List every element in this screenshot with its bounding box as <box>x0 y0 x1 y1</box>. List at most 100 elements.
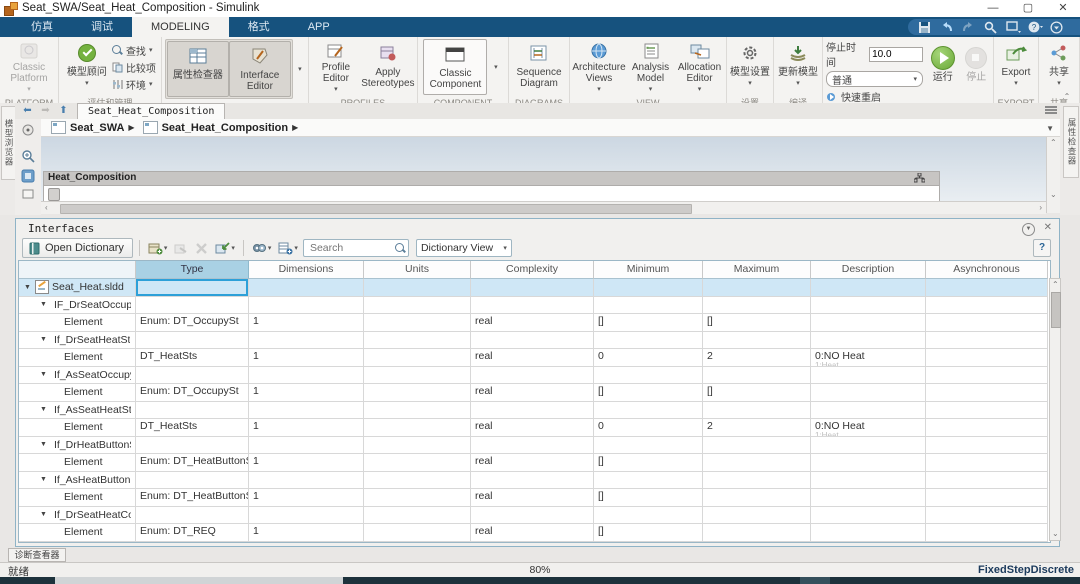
profile-editor-button[interactable]: Profile Editor▾ <box>312 39 360 95</box>
model-browser-tab[interactable]: 模型浏览器 <box>1 106 16 180</box>
tree-cell[interactable]: ▼IF_DrSeatOccup <box>19 297 136 315</box>
cell-complexity[interactable]: real <box>471 419 594 437</box>
cell-dimensions[interactable] <box>249 507 364 525</box>
expand-arrow-icon[interactable]: ▼ <box>40 301 48 308</box>
cell-type[interactable]: DT_HeatSts <box>136 419 249 437</box>
simulation-mode-select[interactable]: 普通▾ <box>826 71 923 87</box>
cell-units[interactable] <box>364 349 471 367</box>
zoom-icon[interactable] <box>984 21 997 34</box>
menu-tab-4[interactable]: APP <box>289 17 349 37</box>
cell-minimum[interactable]: 0 <box>594 419 703 437</box>
cell-units[interactable] <box>364 384 471 402</box>
interface-editor-button[interactable]: Interface Editor <box>229 41 291 97</box>
cell-maximum[interactable] <box>703 437 811 455</box>
table-row[interactable]: ElementDT_HeatSts1real020:NO Heat1:Heat.… <box>19 349 1050 367</box>
refresh-button[interactable]: ▾ <box>250 239 274 257</box>
tree-cell[interactable]: Element <box>19 384 136 402</box>
cell-units[interactable] <box>364 332 471 350</box>
chevron-right-icon[interactable]: ▶ <box>128 123 134 132</box>
cell-maximum[interactable]: 2 <box>703 349 811 367</box>
cell-dimensions[interactable]: 1 <box>249 384 364 402</box>
cell-minimum[interactable] <box>594 297 703 315</box>
table-row[interactable]: ElementDT_HeatSts1real020:NO Heat1:Heat.… <box>19 419 1050 437</box>
cell-maximum[interactable]: [] <box>703 384 811 402</box>
cell-minimum[interactable] <box>594 507 703 525</box>
cell-units[interactable] <box>364 454 471 472</box>
tree-cell[interactable]: Element <box>19 524 136 542</box>
up-icon[interactable]: ⬆ <box>57 105 70 117</box>
canvas-vscrollbar[interactable]: ⌃ ⌄ <box>1046 137 1060 213</box>
help-icon[interactable]: ? <box>1028 21 1041 34</box>
cell-asynchronous[interactable] <box>926 384 1048 402</box>
property-inspector-tab[interactable]: 属性检查器 <box>1063 106 1079 178</box>
cell-type[interactable] <box>136 332 249 350</box>
menu-tab-3[interactable]: 格式 <box>229 17 289 37</box>
cell-dimensions[interactable] <box>249 437 364 455</box>
scroll-down-icon[interactable]: ⌄ <box>1050 189 1057 201</box>
document-tab[interactable]: Seat_Heat_Composition <box>77 103 225 119</box>
close-button[interactable]: ✕ <box>1048 0 1078 17</box>
cell-maximum[interactable]: 2 <box>703 419 811 437</box>
hscroll-thumb[interactable] <box>60 204 692 214</box>
cell-units[interactable] <box>364 489 471 507</box>
cell-asynchronous[interactable] <box>926 454 1048 472</box>
cell-dimensions[interactable] <box>249 332 364 350</box>
cell-maximum[interactable] <box>703 332 811 350</box>
desktop-icon[interactable] <box>1006 21 1019 34</box>
model-advisor-button[interactable]: 模型顾问▾ <box>64 39 110 95</box>
save-icon[interactable] <box>918 21 931 34</box>
tree-cell[interactable]: ▼If_DrSeatHeatSt <box>19 332 136 350</box>
cell-asynchronous[interactable] <box>926 297 1048 315</box>
cell-maximum[interactable] <box>703 472 811 490</box>
canvas-hscrollbar[interactable]: ‹ › <box>41 201 1046 214</box>
expand-arrow-icon[interactable]: ▼ <box>40 476 48 483</box>
maximize-button[interactable]: ▢ <box>1013 0 1043 17</box>
cell-dimensions[interactable]: 1 <box>249 524 364 542</box>
cell-dimensions[interactable] <box>249 472 364 490</box>
table-row[interactable]: ▼If_DrSeatHeatCo <box>19 507 1050 525</box>
cell-type[interactable] <box>136 402 249 420</box>
cell-complexity[interactable]: real <box>471 314 594 332</box>
sequence-diagram-button[interactable]: Sequence Diagram <box>512 39 566 95</box>
cell-description[interactable] <box>811 314 926 332</box>
cell-asynchronous[interactable] <box>926 437 1048 455</box>
diagnostic-viewer-tab[interactable]: 诊断查看器 <box>8 548 66 562</box>
property-inspector-button[interactable]: 属性检查器 <box>167 41 229 97</box>
cell-units[interactable] <box>364 437 471 455</box>
fast-restart-button[interactable]: 快速重启 <box>826 89 923 104</box>
cell-complexity[interactable]: real <box>471 349 594 367</box>
cell-minimum[interactable] <box>594 472 703 490</box>
cell-dimensions[interactable] <box>249 367 364 385</box>
architecture-views-button[interactable]: Architecture Views▾ <box>573 39 625 95</box>
cell-complexity[interactable] <box>471 472 594 490</box>
cell-description[interactable] <box>811 507 926 525</box>
cell-description[interactable] <box>811 454 926 472</box>
column-header-Dimensions[interactable]: Dimensions <box>249 261 364 279</box>
cell-maximum[interactable] <box>703 507 811 525</box>
cell-description[interactable] <box>811 489 926 507</box>
cell-type[interactable] <box>136 437 249 455</box>
expand-arrow-icon[interactable]: ▼ <box>40 441 48 448</box>
cell-minimum[interactable]: [] <box>594 384 703 402</box>
cell-type[interactable]: Enum: DT_HeatButtonSt <box>136 489 249 507</box>
cell-units[interactable] <box>364 402 471 420</box>
cell-description[interactable] <box>811 524 926 542</box>
minimize-button[interactable]: — <box>978 0 1008 17</box>
cell-maximum[interactable]: [] <box>703 314 811 332</box>
model-canvas[interactable]: Heat_Composition <box>41 137 1046 201</box>
column-header-Complexity[interactable]: Complexity <box>471 261 594 279</box>
tree-cell[interactable]: Element <box>19 454 136 472</box>
column-header-Asynchronous[interactable]: Asynchronous <box>926 261 1048 279</box>
stop-button[interactable]: 停止 <box>963 44 990 100</box>
view-mode-select[interactable]: Dictionary View▾ <box>416 239 512 257</box>
vscroll-thumb[interactable] <box>1051 292 1061 328</box>
cell-type[interactable] <box>136 297 249 315</box>
scroll-up-icon[interactable]: ⌃ <box>1050 137 1057 149</box>
cell-type[interactable]: Enum: DT_OccupySt <box>136 384 249 402</box>
search-input[interactable] <box>308 241 395 255</box>
cell-units[interactable] <box>364 472 471 490</box>
cell-type[interactable] <box>136 507 249 525</box>
column-header-Minimum[interactable]: Minimum <box>594 261 703 279</box>
tree-cell[interactable]: ▼If_AsSeatOccupy <box>19 367 136 385</box>
environment-button[interactable]: 环境▾ <box>112 77 156 92</box>
